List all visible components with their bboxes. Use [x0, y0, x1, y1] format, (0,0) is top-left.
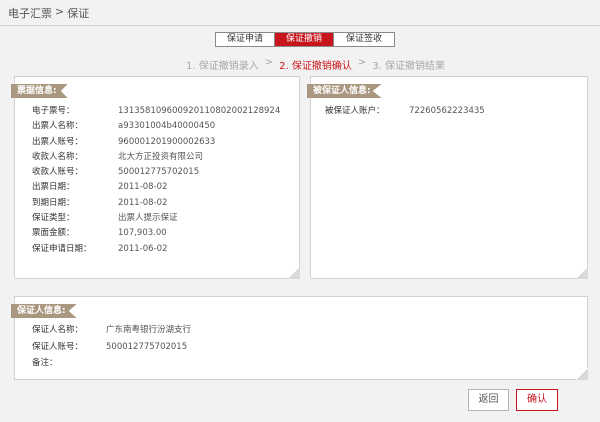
guarantor-title: 保证人信息:: [11, 304, 77, 318]
step-separator: >: [264, 57, 274, 68]
step-2-current: 2. 保证撤销确认: [279, 61, 352, 72]
field-row: 出票人账号： 960001201900002633: [32, 135, 280, 150]
face-amount-value: 107,903.00: [118, 228, 167, 239]
field-label: 收款人账号：: [32, 167, 84, 178]
field-label: 保证人账号：: [32, 341, 84, 352]
step-separator: >: [357, 57, 367, 68]
tab-guarantee-apply[interactable]: 保证申请: [216, 33, 275, 46]
field-row: 收款人账号： 500012775702015: [32, 165, 280, 180]
breadcrumb-parent-link[interactable]: 电子汇票: [8, 5, 52, 21]
breadcrumb-current: 保证: [67, 7, 90, 20]
field-row: 出票人名称： a93301004b40000450: [32, 119, 280, 134]
issue-date-value: 2011-08-02: [118, 182, 168, 193]
step-indicator: 1. 保证撤销录入 > 2. 保证撤销确认 > 3. 保证撤销结果: [186, 57, 445, 72]
field-row: 保证人名称： 广东南粤银行汾湖支行: [32, 322, 191, 339]
due-date-value: 2011-08-02: [118, 197, 168, 208]
back-button[interactable]: 返回: [468, 389, 509, 411]
guaranteed-party-panel: 被保证人信息: 被保证人账户： 72260562223435: [307, 76, 588, 279]
tab-guarantee-revoke[interactable]: 保证撤销: [275, 33, 334, 46]
confirm-button[interactable]: 确认: [516, 389, 558, 411]
guaranteed-account-value: 72260562223435: [409, 106, 485, 116]
field-row: 电子票号： 131358109600920110802002128924: [32, 104, 280, 119]
breadcrumb-separator: >: [55, 5, 65, 18]
drawer-name-value: a93301004b40000450: [118, 121, 216, 132]
drawer-account-value: 960001201900002633: [118, 136, 216, 147]
tab-bar: 保证申请 保证撤销 保证签收: [215, 32, 395, 47]
field-row: 出票日期： 2011-08-02: [32, 180, 280, 195]
field-label: 出票人账号：: [32, 136, 84, 147]
field-row: 备注：: [32, 355, 191, 372]
field-row: 保证类型： 出票人提示保证: [32, 211, 280, 226]
step-1: 1. 保证撤销录入: [186, 61, 259, 72]
field-row: 被保证人账户： 72260562223435: [325, 104, 485, 119]
guaranteed-party-title: 被保证人信息:: [307, 84, 382, 98]
field-label: 收款人名称：: [32, 151, 84, 162]
tab-guarantee-sign[interactable]: 保证签收: [334, 33, 394, 46]
guarantee-type-value: 出票人提示保证: [118, 213, 178, 224]
guarantor-name-value: 广东南粤银行汾湖支行: [106, 325, 192, 335]
breadcrumb: 电子汇票 > 保证: [8, 5, 89, 21]
header-divider: [0, 25, 600, 26]
guarantor-account-value: 500012775702015: [106, 341, 188, 352]
field-label: 被保证人账户：: [325, 106, 385, 116]
apply-date-value: 2011-06-02: [118, 243, 168, 254]
field-label: 票面金额：: [32, 228, 75, 239]
field-row: 到期日期： 2011-08-02: [32, 196, 280, 211]
step-3: 3. 保证撤销结果: [372, 61, 445, 72]
field-label: 出票人名称：: [32, 121, 84, 132]
field-label: 备注：: [32, 358, 58, 369]
field-row: 收款人名称： 北大方正投资有限公司: [32, 150, 280, 165]
field-label: 电子票号：: [32, 106, 75, 116]
guarantor-panel: 保证人信息: 保证人名称： 广东南粤银行汾湖支行 保证人账号： 5000127757…: [11, 296, 588, 380]
field-label: 保证人名称：: [32, 325, 84, 335]
field-row: 保证申请日期： 2011-06-02: [32, 242, 280, 257]
bill-number-value: 131358109600920110802002128924: [118, 106, 281, 116]
field-label: 出票日期：: [32, 182, 75, 193]
field-label: 保证申请日期：: [32, 243, 92, 254]
field-row: 票面金额： 107,903.00: [32, 226, 280, 241]
field-label: 到期日期：: [32, 197, 75, 208]
payee-account-value: 500012775702015: [118, 167, 200, 178]
bill-info-panel: 票据信息: 电子票号： 13135810960092011080200212892…: [11, 76, 300, 279]
field-row: 保证人账号： 500012775702015: [32, 339, 191, 356]
bill-info-title: 票据信息:: [11, 84, 68, 98]
payee-name-value: 北大方正投资有限公司: [118, 151, 204, 162]
field-label: 保证类型：: [32, 213, 75, 224]
